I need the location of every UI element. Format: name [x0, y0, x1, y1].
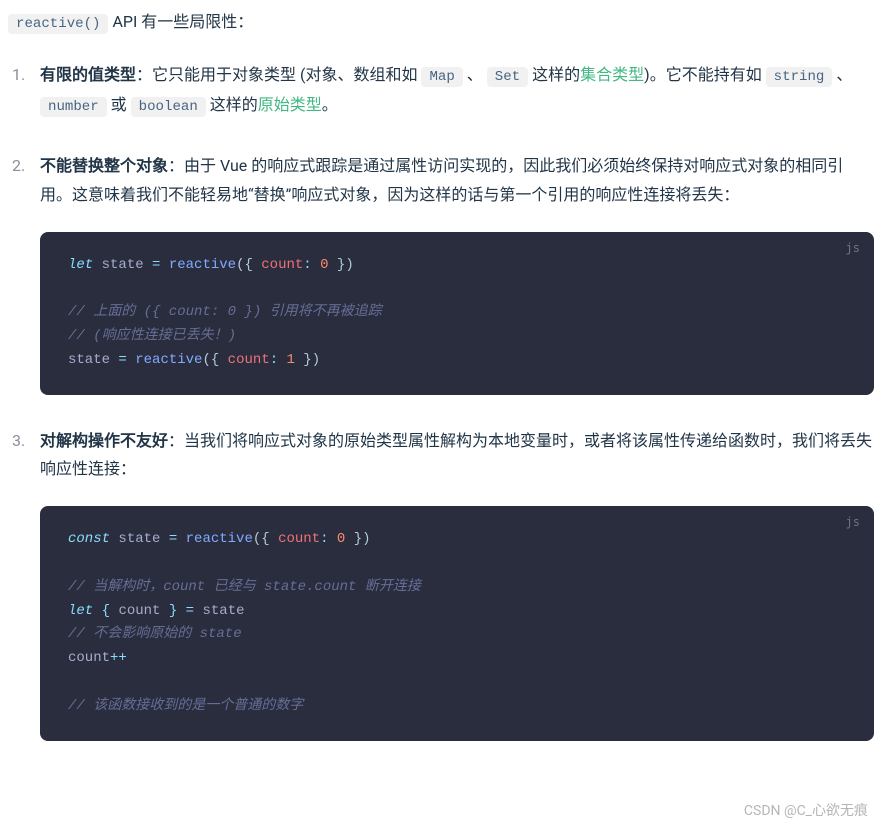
code-lang-1: js: [846, 238, 860, 258]
item1-seg8: 。: [322, 95, 338, 114]
item1-seg6: 或: [107, 95, 131, 114]
inline-code-reactive: reactive(): [8, 14, 108, 34]
item3-paragraph: 对解构操作不友好：当我们将响应式对象的原始类型属性解构为本地变量时，或者将该属性…: [40, 427, 874, 485]
inline-code-string: string: [766, 67, 833, 87]
item1-seg7: 这样的: [206, 95, 258, 114]
code1-line1: let state = reactive({ count: 0 }): [68, 254, 846, 278]
item1-seg4: )。它不能持有如: [644, 65, 766, 84]
item1-paragraph: 有限的值类型：它只能用于对象类型 (对象、数组和如 Map 、 Set 这样的集…: [40, 61, 874, 120]
link-collection-types[interactable]: 集合类型: [580, 65, 644, 84]
code2-comment2: // 不会影响原始的 state: [68, 623, 846, 647]
intro-tail: API 有一些局限性：: [108, 12, 253, 31]
inline-code-set: Set: [487, 67, 528, 87]
code2-line2: let { count } = state: [68, 600, 846, 624]
code2-blank2: [68, 671, 846, 695]
code2-blank1: [68, 552, 846, 576]
code2-line3: count++: [68, 647, 846, 671]
list-item-2: 不能替换整个对象：由于 Vue 的响应式跟踪是通过属性访问实现的，因此我们必须始…: [8, 152, 874, 395]
code-block-2: js const state = reactive({ count: 0 }) …: [40, 506, 874, 740]
watermark: CSDN @C_心欲无痕: [744, 799, 868, 824]
inline-code-boolean: boolean: [131, 97, 206, 117]
item3-colon: ：: [168, 431, 184, 450]
code1-comment2: // (响应性连接已丢失！): [68, 325, 846, 349]
link-primitive-types[interactable]: 原始类型: [258, 95, 322, 114]
code2-line1: const state = reactive({ count: 0 }): [68, 528, 846, 552]
item2-paragraph: 不能替换整个对象：由于 Vue 的响应式跟踪是通过属性访问实现的，因此我们必须始…: [40, 152, 874, 210]
item2-title: 不能替换整个对象: [40, 156, 168, 175]
item1-seg2: 、: [463, 65, 487, 84]
code2-comment1: // 当解构时，count 已经与 state.count 断开连接: [68, 576, 846, 600]
item3-title: 对解构操作不友好: [40, 431, 168, 450]
code-lang-2: js: [846, 512, 860, 532]
intro-paragraph: reactive() API 有一些局限性：: [8, 8, 874, 37]
limitations-list: 有限的值类型：它只能用于对象类型 (对象、数组和如 Map 、 Set 这样的集…: [8, 61, 874, 740]
code2-comment3: // 该函数接收到的是一个普通的数字: [68, 695, 846, 719]
item1-seg1: 它只能用于对象类型 (对象、数组和如: [152, 65, 421, 84]
inline-code-map: Map: [421, 67, 462, 87]
code1-blank: [68, 277, 846, 301]
inline-code-number: number: [40, 97, 107, 117]
code1-line2: state = reactive({ count: 1 }): [68, 349, 846, 373]
item2-colon: ：: [168, 156, 184, 175]
code1-comment1: // 上面的 ({ count: 0 }) 引用将不再被追踪: [68, 301, 846, 325]
code-block-1: js let state = reactive({ count: 0 }) //…: [40, 232, 874, 395]
list-item-3: 对解构操作不友好：当我们将响应式对象的原始类型属性解构为本地变量时，或者将该属性…: [8, 427, 874, 741]
item1-seg5: 、: [832, 65, 852, 84]
list-item-1: 有限的值类型：它只能用于对象类型 (对象、数组和如 Map 、 Set 这样的集…: [8, 61, 874, 120]
item1-seg3: 这样的: [528, 65, 580, 84]
item1-title: 有限的值类型: [40, 65, 136, 84]
item1-colon: ：: [136, 65, 152, 84]
